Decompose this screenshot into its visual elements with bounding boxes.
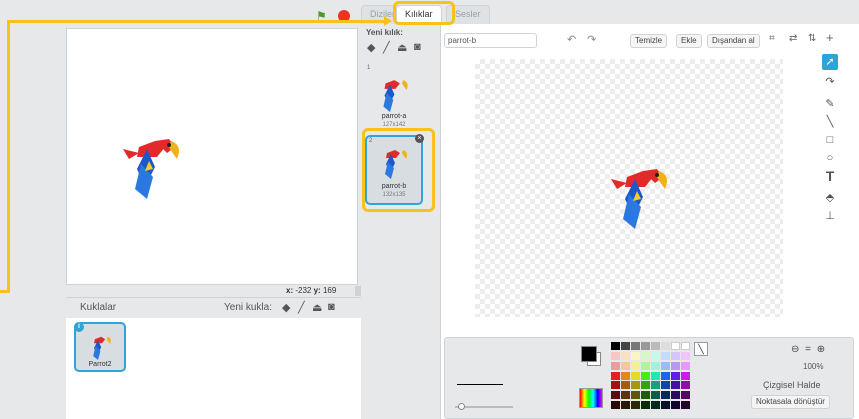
sprite-name: Parrot2 (88, 361, 112, 368)
zoom-in-icon[interactable]: ⊕ (817, 344, 825, 355)
editor-mode-label: Çizgisel Halde (763, 380, 821, 390)
parrot-costume-image (611, 169, 667, 229)
drawing-canvas[interactable] (475, 59, 783, 317)
eyedropper-icon[interactable]: ╲ (694, 342, 708, 356)
paint-sprite-icon[interactable]: ╱ (298, 301, 305, 314)
costume-highlight (362, 128, 435, 212)
line-width-preview (457, 384, 503, 385)
x-label: x: (286, 286, 294, 295)
color-panel: ╲ ⊖ = ⊕ 100% Çizgisel Halde Noktasala dö… (444, 337, 854, 419)
text-icon[interactable]: T (822, 168, 838, 184)
zoom-reset-icon[interactable]: = (805, 344, 811, 355)
y-label: y: (313, 286, 321, 295)
line-icon[interactable]: ╲ (822, 114, 838, 130)
fill-icon[interactable]: ⬘ (822, 190, 838, 206)
costume-name-input[interactable] (444, 33, 537, 48)
stage-canvas[interactable] (66, 28, 358, 285)
zoom-controls: ⊖ = ⊕ (791, 344, 825, 355)
choose-costume-icon[interactable]: ◆ (367, 41, 375, 54)
reshape-icon[interactable]: ↷ (822, 74, 838, 90)
rectangle-icon[interactable]: □ (822, 132, 838, 148)
sprites-title: Kuklalar (80, 302, 117, 313)
primary-color-swatch[interactable] (581, 346, 597, 362)
flip-horizontal-icon[interactable]: ⇄ (789, 33, 797, 44)
set-center-icon[interactable]: ⌗ (769, 33, 775, 44)
clear-button[interactable]: Temizle (630, 34, 668, 48)
upload-sprite-icon[interactable]: ⏏ (312, 301, 322, 314)
color-palette[interactable] (611, 342, 691, 410)
flip-vertical-icon[interactable]: ⇅ (808, 33, 816, 44)
line-width-slider[interactable] (455, 403, 513, 410)
costume-item-1[interactable]: 1 parrot-a 127x142 (365, 64, 423, 134)
connector-line-bottom (0, 290, 10, 293)
camera-costume-icon[interactable]: ◙ (414, 41, 421, 53)
zoom-level: 100% (803, 362, 824, 371)
sprite-thumbnail (93, 336, 111, 360)
slider-knob[interactable] (458, 403, 465, 410)
add-button[interactable]: Ekle (676, 34, 702, 48)
connector-line-top (7, 20, 385, 23)
sprites-header: Kuklalar Yeni kukla: ◆ ╱ ⏏ ◙ (66, 298, 361, 318)
ellipse-icon[interactable]: ○ (822, 150, 838, 166)
costumes-list: Yeni kılık: ◆ ╱ ⏏ ◙ 1 parrot-a 127x142 2… (361, 24, 441, 419)
pencil-icon[interactable]: ✎ (822, 96, 838, 112)
costume-number: 1 (367, 65, 371, 71)
color-spectrum[interactable] (579, 388, 603, 408)
redo-icon[interactable]: ↷ (587, 33, 596, 46)
camera-sprite-icon[interactable]: ◙ (328, 301, 335, 313)
stage-area: ⚑ x: -232 y: 169 Kuklalar Yeni kukla: ◆ … (0, 0, 361, 419)
new-costume-label: Yeni kılık: (366, 28, 403, 37)
costume-name: parrot-a (381, 113, 407, 120)
connector-line-vertical (7, 21, 10, 293)
convert-bitmap-button[interactable]: Noktasala dönüştür (751, 395, 830, 409)
undo-icon[interactable]: ↶ (567, 33, 576, 46)
choose-sprite-icon[interactable]: ◆ (282, 301, 290, 314)
mouse-coordinates: x: -232 y: 169 (286, 286, 336, 295)
parrot-sprite-image (123, 139, 179, 199)
select-icon[interactable]: ➚ (822, 54, 838, 70)
zoom-out-icon[interactable]: ⊖ (791, 344, 799, 355)
paint-editor: ↶ ↷ Temizle Ekle Dışandan al ⌗ ⇄ ⇅ + ➚ ↷… (442, 24, 859, 419)
stamp-icon[interactable]: ⊥ (822, 208, 838, 224)
y-value: 169 (322, 286, 337, 295)
import-button[interactable]: Dışandan al (707, 34, 760, 48)
sprites-panel: Kuklalar Yeni kukla: ◆ ╱ ⏏ ◙ i Parrot2 (66, 297, 361, 419)
costume-center-icon[interactable]: + (826, 30, 834, 45)
upload-costume-icon[interactable]: ⏏ (397, 41, 407, 54)
arrow-head-icon (384, 16, 392, 26)
costume-thumbnail (383, 80, 408, 112)
tab-highlight (393, 1, 455, 25)
sprite-tile-parrot2[interactable]: i Parrot2 (74, 322, 126, 372)
new-sprite-label: Yeni kukla: (224, 302, 272, 313)
paint-costume-icon[interactable]: ╱ (383, 41, 390, 54)
x-value: -232 (295, 286, 312, 295)
